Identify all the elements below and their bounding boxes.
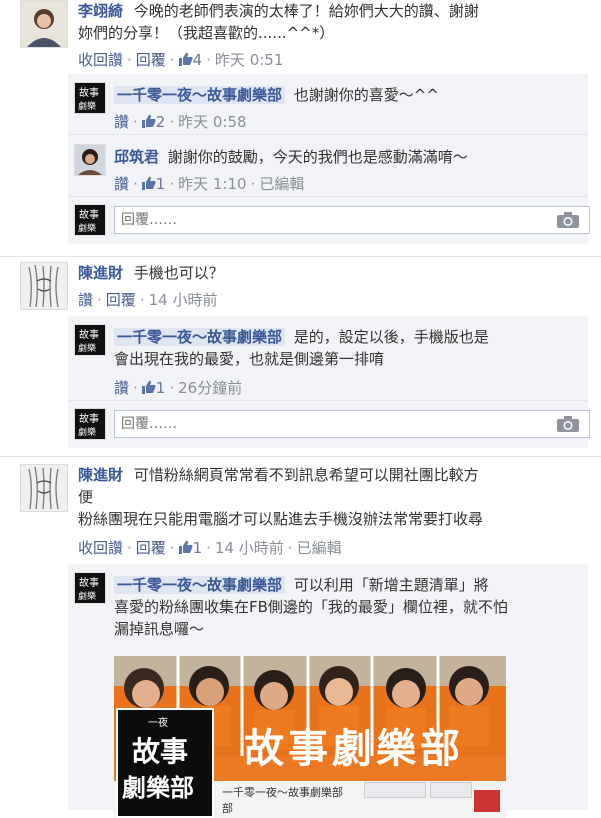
user-avatar[interactable] [20,464,68,512]
page-avatar: 故事 劇樂 [74,204,106,236]
reply-text: 喜愛的粉絲團收集在FB側邊的「我的最愛」欄位裡，就不怕 [114,598,508,616]
page-avatar[interactable]: 故事 劇樂 [74,82,106,114]
like-count[interactable]: 1 [141,379,165,397]
banner-badge [474,790,500,812]
timestamp[interactable]: 14 小時前 [149,291,218,309]
reply-text: 謝謝你的鼓勵，今天的我們也是感動滿滿唷～ [167,148,468,166]
svg-text:故事: 故事 [79,208,99,221]
timestamp[interactable]: 昨天 1:10 [178,175,246,193]
logo-main-text: 故事 [132,735,189,768]
thumbs-up-icon [178,52,193,66]
comment-text: 手機也可以？ [133,264,224,282]
comment-actions: 收回讚 · 回覆 · 1 · 14 小時前 · 已編輯 [78,539,342,557]
reply-link[interactable]: 回覆 [106,291,136,309]
page-avatar: 故事 劇樂 [74,408,106,440]
replies-section: 故事 劇樂 一千零一夜～故事劇樂部 也謝謝你的喜愛～^^ 讚 · 2 · 昨天 0:58 … [68,74,590,244]
user-avatar[interactable] [74,144,106,176]
replies-section: 故事 劇樂 一千零一夜～故事劇樂部 可以利用「新增主題清單」將 喜愛的粉絲團收集在… [68,564,588,818]
camera-icon[interactable] [557,416,579,432]
like-link[interactable]: 讚 [114,379,129,397]
svg-text:劇樂: 劇樂 [78,222,96,234]
like-link[interactable]: 讚 [114,113,129,131]
edited-label[interactable]: 已編輯 [297,539,342,557]
reply-text: 可以利用「新增主題清單」將 [293,576,489,594]
reply-text: 是的，設定以後，手機版也是 [293,328,489,346]
banner-button [364,782,426,798]
comment-actions: 讚 · 回覆 · 14 小時前 [78,291,218,309]
edited-label[interactable]: 已編輯 [259,175,304,193]
reply-actions: 讚 · 1 · 26分鐘前 [114,379,243,397]
comment-text: 妳們的分享！（我超喜歡的......^^*） [78,24,335,42]
replies-section: 故事 劇樂 一千零一夜～故事劇樂部 是的，設定以後，手機版也是 會出現在我的最愛，… [68,316,590,448]
comment-text: 便 [78,488,94,506]
user-avatar[interactable] [20,262,68,310]
comment-text: 粉絲團現在只能用電腦才可以點進去手機沒辦法常常要打收尋 [78,510,484,528]
timestamp[interactable]: 昨天 0:58 [178,113,246,131]
reply-author[interactable]: 一千零一夜～故事劇樂部 [114,86,286,104]
banner-button [430,782,472,798]
banner-page-name: 一千零一夜～故事劇樂部部 [222,786,343,815]
reply-author[interactable]: 邱筑君 [114,148,159,166]
camera-icon[interactable] [557,212,579,228]
reply-link[interactable]: 回覆 [136,51,166,69]
like-count[interactable]: 1 [141,175,165,193]
page-avatar[interactable]: 故事 劇樂 [74,572,106,604]
reply-actions: 讚 · 1 · 昨天 1:10 · 已編輯 [114,175,305,193]
timestamp[interactable]: 26分鐘前 [178,379,242,397]
comment-actions: 收回讚 · 回覆 · 4 · 昨天 0:51 [78,51,284,69]
reply-author[interactable]: 一千零一夜～故事劇樂部 [114,576,286,594]
thumbs-up-icon [178,540,193,554]
like-link[interactable]: 讚 [78,291,93,309]
comment-text: 可惜粉絲網頁常常看不到訊息希望可以開社團比較方 [133,466,479,484]
svg-text:劇樂: 劇樂 [78,342,96,354]
reply-input[interactable]: 回覆…… [114,410,590,438]
reply-input[interactable]: 回覆…… [114,206,590,234]
svg-text:故事: 故事 [79,86,99,99]
banner-title: 故事劇樂部 [244,726,464,772]
timestamp[interactable]: 昨天 0:51 [215,51,283,69]
reply-composer: 故事 劇樂 回覆…… [68,408,590,442]
reply-link[interactable]: 回覆 [136,539,166,557]
reply-composer: 故事 劇樂 回覆…… [68,204,590,238]
reply-text: 會出現在我的最愛，也就是側邊第一排唷 [114,350,385,368]
reply-actions: 讚 · 2 · 昨天 0:58 [114,113,247,131]
comment-text: 今晚的老師們表演的太棒了！給妳們大大的讚、謝謝 [133,2,479,20]
svg-text:故事: 故事 [79,412,99,425]
like-link[interactable]: 讚 [114,175,129,193]
svg-text:故事: 故事 [79,576,99,589]
comment-author[interactable]: 陳進財 [78,466,123,484]
svg-text:劇樂: 劇樂 [78,590,96,602]
reply-author[interactable]: 一千零一夜～故事劇樂部 [114,328,286,346]
thumbs-up-icon [141,380,156,394]
like-count[interactable]: 2 [141,113,165,131]
timestamp[interactable]: 14 小時前 [215,539,284,557]
attached-photo[interactable]: 一夜 故事 劇樂部 故事劇樂部 一千零一夜～故事劇樂部部 [114,656,506,818]
unlike-link[interactable]: 收回讚 [78,539,123,557]
svg-text:劇樂: 劇樂 [78,426,96,438]
page-avatar[interactable]: 故事 劇樂 [74,324,106,356]
logo-top-text: 一夜 [148,718,168,729]
thumbs-up-icon [141,176,156,190]
thumbs-up-icon [141,114,156,128]
reply-text: 漏掉訊息囉～ [114,620,205,638]
like-count[interactable]: 1 [178,539,202,557]
svg-text:故事: 故事 [79,328,99,341]
user-avatar[interactable] [20,0,68,48]
unlike-link[interactable]: 收回讚 [78,51,123,69]
like-count[interactable]: 4 [178,51,202,69]
reply-text: 也謝謝你的喜愛～^^ [293,86,439,104]
comment-author[interactable]: 李翊綺 [78,2,123,20]
logo-badge: 一夜 故事 劇樂部 [116,708,214,818]
comment-author[interactable]: 陳進財 [78,264,123,282]
svg-text:劇樂: 劇樂 [78,100,96,112]
logo-sub-text: 劇樂部 [122,773,194,802]
